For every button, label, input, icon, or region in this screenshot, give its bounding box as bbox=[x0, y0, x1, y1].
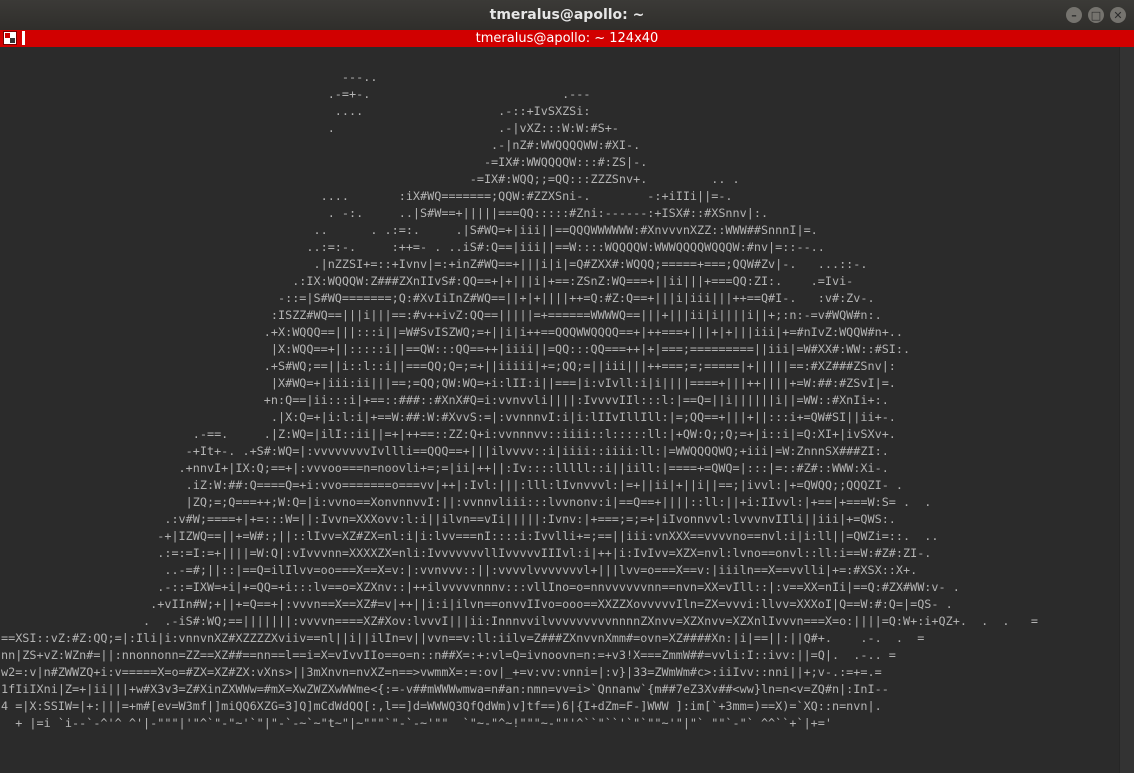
terminal-line: .iZ:W:##:Q====Q=+i:vvo=======o===vv|++|:… bbox=[1, 478, 903, 492]
terminal-line: -=IX#:WQQ;;=QQ:::ZZZSnv+. .. . bbox=[1, 172, 740, 186]
terminal-line: -+It+-. .+S#:WQ=|:vvvvvvvvIvllli==QQQ==+… bbox=[1, 444, 889, 458]
terminal-line: .:v#W;====+|+=:::W=||:Ivvn=XXXovv:l:i||i… bbox=[1, 512, 896, 526]
window-titlebar: tmeralus@apollo: ~ – □ ✕ bbox=[0, 0, 1134, 31]
terminal-output-area[interactable]: ---.. .-=+-. .--- .... .-::+IvSXZSi: . .… bbox=[0, 47, 1120, 773]
window-title: tmeralus@apollo: ~ bbox=[489, 7, 645, 23]
terminal-line: |X#WQ=+|iii:ii|||==;=QQ;QW:WQ=+i:lII:i||… bbox=[1, 376, 896, 390]
close-button[interactable]: ✕ bbox=[1110, 7, 1126, 23]
terminal-line: .... .-::+IvSXZSi: bbox=[1, 104, 591, 118]
terminal-line: -=IX#:WWQQQQW:::#:ZS|-. bbox=[1, 155, 648, 169]
terminal-line: .-::=IXW=+i|+=QQ=+i:::lv==o=XZXnv::|++il… bbox=[1, 580, 960, 594]
terminal-line: .:=:=I:=+||||=W:Q|:vIvvvnn=XXXXZX=nli:Iv… bbox=[1, 546, 932, 560]
tab-divider bbox=[22, 31, 25, 45]
terminal-line: .-==. .|Z:WQ=|ilI::ii||=+|++==::ZZ:Q+i:v… bbox=[1, 427, 896, 441]
terminal-line: . -:. ..|S#W==+|||||===QQ:::::#Zni:-----… bbox=[1, 206, 769, 220]
terminal-line: 4 =|X:SSIW=|+:|||=+m#[ev=W3mf|]miQQ6XZG=… bbox=[1, 699, 882, 713]
terminal-line: . .-iS#:WQ;==|||||||:vvvvn====XZ#Xov:lvv… bbox=[1, 614, 1038, 628]
terminal-line: .... :iX#WQ=======;QQW:#ZZXSni-. -:+iIIi… bbox=[1, 189, 733, 203]
terminal-scrollbar[interactable] bbox=[1119, 47, 1134, 773]
terminal-line: .+nnvI+|IX:Q;==+|:vvvoo===n=noovli+=;=|i… bbox=[1, 461, 889, 475]
terminal-line: . .-|vXZ:::W:W:#S+- bbox=[1, 121, 619, 135]
terminal-line: ..:=:-. :++=- . ..iS#:Q==|iii||==W::::WQ… bbox=[1, 240, 825, 254]
terminal-tab-bar: tmeralus@apollo: ~ 124x40 bbox=[0, 30, 1134, 47]
terminal-line: ==XSI::vZ:#Z:QQ;=|:Ili|i:vnnvnXZ#XZZZZXv… bbox=[1, 631, 925, 645]
terminal-line: + |=i `i--`-^'^ ^'|-"""|'"^`"-"~'`"|"-`-… bbox=[1, 716, 832, 730]
terminal-line: .-|nZ#:WWQQQQWW:#XI-. bbox=[1, 138, 641, 152]
terminal-line: .+X:WQQQ==|||:::i||=W#SvISZWQ;=+||i|i++=… bbox=[1, 325, 903, 339]
terminal-line: .-=+-. .--- bbox=[1, 87, 591, 101]
terminal-line: |X:WQQ==+||:::::i||==QW:::QQ==++|iiii||=… bbox=[1, 342, 911, 356]
terminal-line: -::=|S#WQ=======;Q:#XvIiInZ#WQ==||+|+|||… bbox=[1, 291, 875, 305]
terminal-line: +n:Q==|ii:::i|+==::###::#XnX#Q=i:vvnvvli… bbox=[1, 393, 889, 407]
terminal-tab-title[interactable]: tmeralus@apollo: ~ 124x40 bbox=[476, 31, 659, 46]
terminal-line: ..-=#;||::|==Q=ilIlvv=oo===X==X=v:|:vvnv… bbox=[1, 563, 918, 577]
terminal-line: |ZQ;=;Q===++;W:Q=|i:vvno==XonvnnvvI:||:v… bbox=[1, 495, 932, 509]
minimize-button[interactable]: – bbox=[1066, 7, 1082, 23]
terminal-line: .+S#WQ;==||i::l::i||===QQ;Q=;=+||iiiii|+… bbox=[1, 359, 896, 373]
terminal-line: .:IX:WQQQW:Z###ZXnIIvS#:QQ==+|+|||i|+==:… bbox=[1, 274, 854, 288]
terminal-menu-icon[interactable] bbox=[3, 31, 17, 45]
terminal-text: ---.. .-=+-. .--- .... .-::+IvSXZSi: . .… bbox=[1, 69, 1038, 732]
terminal-line: .. . .:=:. .|S#WQ=+|iii||==QQQWWWWWW:#Xn… bbox=[1, 223, 818, 237]
terminal-line: .+vIIn#W;+||+=Q==+|:vvvn==X==XZ#=v|++||i… bbox=[1, 597, 953, 611]
terminal-line: ---.. bbox=[1, 70, 378, 84]
terminal-line: nn|ZS+vZ:WZn#=||:nnonnonn=ZZ==XZ##==nn==… bbox=[1, 648, 896, 662]
maximize-button[interactable]: □ bbox=[1088, 7, 1104, 23]
terminal-line: 1fIiIXni|Z=+|ii|||+w#X3v3=Z#XinZXWWw=#mX… bbox=[1, 682, 889, 696]
terminal-line: .|X:Q=+|i:l:i|+==W:##:W:#XvvS:=|:vvnnnvI… bbox=[1, 410, 896, 424]
terminal-line: :ISZZ#WQ==|||i|||==:#v++ivZ:QQ==|||||=+=… bbox=[1, 308, 882, 322]
terminal-line: w2=:v|n#ZWWZQ+i:v=====X=o=#ZX=XZ#ZX:vXns… bbox=[1, 665, 882, 679]
window-controls: – □ ✕ bbox=[1066, 7, 1126, 23]
terminal-line: .|nZZSI+=::+Ivnv|=:+inZ#WQ==+|||i|i|=Q#Z… bbox=[1, 257, 868, 271]
terminal-line: -+|IZWQ==||+=W#:;||::lIvv=XZ#ZX=nl:i|i:l… bbox=[1, 529, 939, 543]
